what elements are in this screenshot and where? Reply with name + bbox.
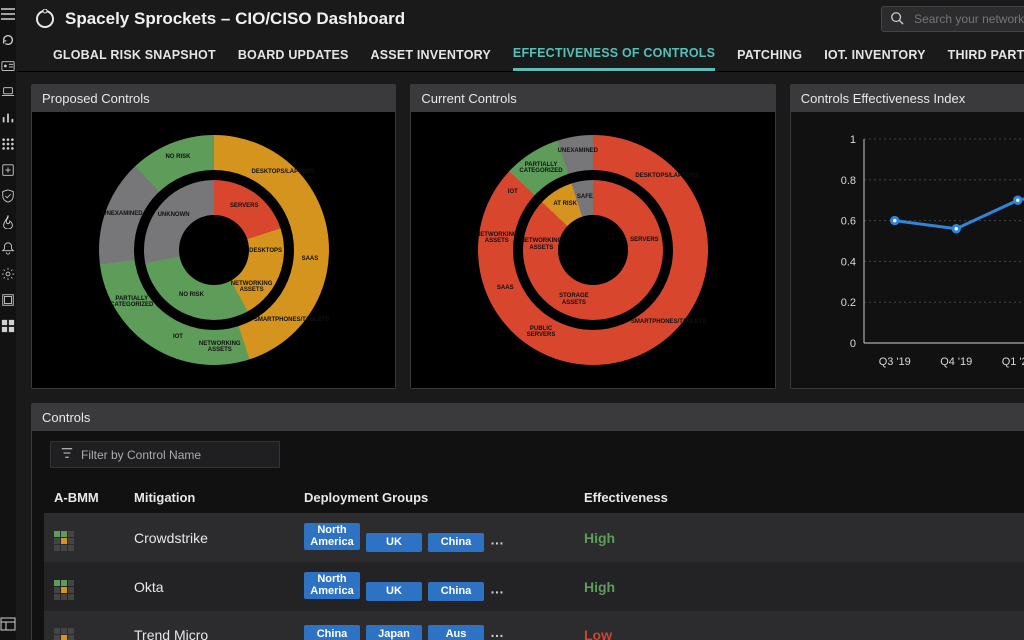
deployment-pill[interactable]: China bbox=[428, 533, 484, 553]
abmm-grid-icon bbox=[54, 628, 74, 640]
layout-icon[interactable] bbox=[0, 616, 16, 632]
current-donut-chart: DESKTOPS/LAPTOPSSMARTPHONES/TABLETSPUBLI… bbox=[453, 120, 733, 380]
col-abmm[interactable]: A-BMM bbox=[44, 482, 124, 513]
search-box[interactable] bbox=[881, 6, 1024, 32]
flame-icon[interactable] bbox=[0, 214, 16, 230]
col-deploy[interactable]: Deployment Groups bbox=[294, 482, 574, 513]
panel-title: Proposed Controls bbox=[32, 85, 395, 112]
more-icon[interactable]: … bbox=[490, 532, 504, 548]
table-row[interactable]: Crowdstrike NorthAmerica UK China … High$ 25.… bbox=[44, 513, 1024, 562]
tab-third-party-risk[interactable]: THIRD PARTY RISK bbox=[948, 44, 1024, 70]
gear-icon[interactable] bbox=[0, 266, 16, 282]
effectiveness-line-chart: 00.20.40.60.81Q3 '19Q4 '19Q1 '20Q2 '20 bbox=[822, 125, 1024, 375]
abmm-grid-icon bbox=[54, 531, 74, 551]
grid-icon[interactable] bbox=[0, 136, 16, 152]
risk-impact-cell: $ 25.00 M bbox=[744, 513, 1024, 562]
tab-global-risk-snapshot[interactable]: GLOBAL RISK SNAPSHOT bbox=[53, 44, 216, 70]
proposed-donut-chart: DESKTOPS/LAPTOPSSAASSMARTPHONES/TABLETSN… bbox=[74, 120, 354, 380]
tab-effectiveness-of-controls[interactable]: EFFECTIVENESS OF CONTROLS bbox=[513, 42, 715, 71]
deployment-pill[interactable]: UK bbox=[366, 533, 422, 553]
svg-text:0.4: 0.4 bbox=[841, 256, 856, 268]
deployment-pill[interactable]: China bbox=[304, 625, 360, 640]
deployment-cell: NorthAmerica UK China … bbox=[294, 562, 574, 611]
more-icon[interactable]: … bbox=[490, 624, 504, 640]
deployment-pill[interactable]: China bbox=[428, 582, 484, 602]
bar-chart-icon[interactable] bbox=[0, 110, 16, 126]
effectiveness-cell: High bbox=[574, 562, 744, 611]
svg-text:0.6: 0.6 bbox=[841, 216, 856, 228]
menu-icon[interactable] bbox=[0, 6, 16, 22]
app-header: Spacely Sprockets – CIO/CISO Dashboard bbox=[17, 0, 1024, 36]
panel-current-controls: Current Controls DESKTOPS/LAPTOPSSMARTPH… bbox=[410, 84, 775, 389]
deployment-pill[interactable]: NorthAmerica bbox=[304, 572, 360, 599]
search-icon bbox=[890, 11, 904, 28]
search-input[interactable] bbox=[912, 11, 1024, 27]
tab-strip: GLOBAL RISK SNAPSHOT BOARD UPDATES ASSET I… bbox=[17, 36, 1024, 72]
col-risk-impact[interactable]: Risk Impact ↓ bbox=[744, 482, 1024, 513]
effectiveness-cell: Low bbox=[574, 611, 744, 640]
tab-board-updates[interactable]: BOARD UPDATES bbox=[238, 44, 349, 70]
window-icon[interactable] bbox=[0, 292, 16, 308]
deployment-cell: China Japan Aus … bbox=[294, 611, 574, 640]
svg-text:Q1 '20: Q1 '20 bbox=[1002, 356, 1024, 368]
svg-text:0.2: 0.2 bbox=[841, 297, 856, 309]
svg-text:0.8: 0.8 bbox=[841, 175, 856, 187]
table-row[interactable]: Okta NorthAmerica UK China … High$ 17.00 M bbox=[44, 562, 1024, 611]
shield-icon[interactable] bbox=[0, 188, 16, 204]
svg-text:0: 0 bbox=[850, 338, 856, 350]
brand-logo-icon bbox=[35, 9, 55, 29]
tab-patching[interactable]: PATCHING bbox=[737, 44, 802, 70]
panel-title: Current Controls bbox=[411, 85, 774, 112]
page-title: Spacely Sprockets – CIO/CISO Dashboard bbox=[65, 9, 405, 29]
abmm-grid-icon bbox=[54, 580, 74, 600]
bell-icon[interactable] bbox=[0, 240, 16, 256]
risk-impact-cell: $ 0.00 M bbox=[744, 611, 1024, 640]
deployment-pill[interactable]: UK bbox=[366, 582, 422, 602]
deployment-pill[interactable]: Japan bbox=[366, 625, 422, 640]
deployment-pill[interactable]: NorthAmerica bbox=[304, 523, 360, 550]
id-card-icon[interactable] bbox=[0, 58, 16, 74]
panel-effectiveness-index: Controls Effectiveness Index 0 0.2 0.4 0.6 0… bbox=[790, 84, 1024, 389]
panel-title: Controls Effectiveness Index bbox=[791, 85, 1024, 112]
laptop-icon[interactable] bbox=[0, 84, 16, 100]
filter-icon bbox=[61, 447, 73, 462]
refresh-icon[interactable] bbox=[0, 32, 16, 48]
panel-title: Controls bbox=[32, 404, 1024, 431]
svg-text:1: 1 bbox=[850, 134, 856, 146]
deployment-pill[interactable]: Aus bbox=[428, 625, 484, 640]
mitigation-cell: Trend Micro bbox=[124, 611, 294, 640]
panel-controls-table: Controls Filter by Control Name A-BMM Mi… bbox=[31, 403, 1024, 640]
left-rail bbox=[0, 0, 17, 640]
table-row[interactable]: Trend Micro China Japan Aus … Low$ 0.00 M bbox=[44, 611, 1024, 640]
controls-table: A-BMM Mitigation Deployment Groups Effec… bbox=[44, 482, 1024, 640]
plus-box-icon[interactable] bbox=[0, 162, 16, 178]
col-effectiveness[interactable]: Effectiveness bbox=[574, 482, 744, 513]
filter-placeholder: Filter by Control Name bbox=[81, 448, 201, 462]
deployment-cell: NorthAmerica UK China … bbox=[294, 513, 574, 562]
col-mitigation[interactable]: Mitigation bbox=[124, 482, 294, 513]
tab-asset-inventory[interactable]: ASSET INVENTORY bbox=[371, 44, 491, 70]
svg-text:Q3 '19: Q3 '19 bbox=[879, 356, 911, 368]
filter-box[interactable]: Filter by Control Name bbox=[50, 441, 280, 468]
panel-proposed-controls: Proposed Controls DESKTOPS/LAPTOPSSAASSM… bbox=[31, 84, 396, 389]
effectiveness-cell: High bbox=[574, 513, 744, 562]
risk-impact-cell: $ 17.00 M bbox=[744, 562, 1024, 611]
mitigation-cell: Okta bbox=[124, 562, 294, 611]
svg-text:Q4 '19: Q4 '19 bbox=[941, 356, 973, 368]
more-icon[interactable]: … bbox=[490, 581, 504, 597]
tab-iot-inventory[interactable]: IOT. INVENTORY bbox=[824, 44, 925, 70]
dashboard-icon[interactable] bbox=[0, 318, 16, 334]
mitigation-cell: Crowdstrike bbox=[124, 513, 294, 562]
